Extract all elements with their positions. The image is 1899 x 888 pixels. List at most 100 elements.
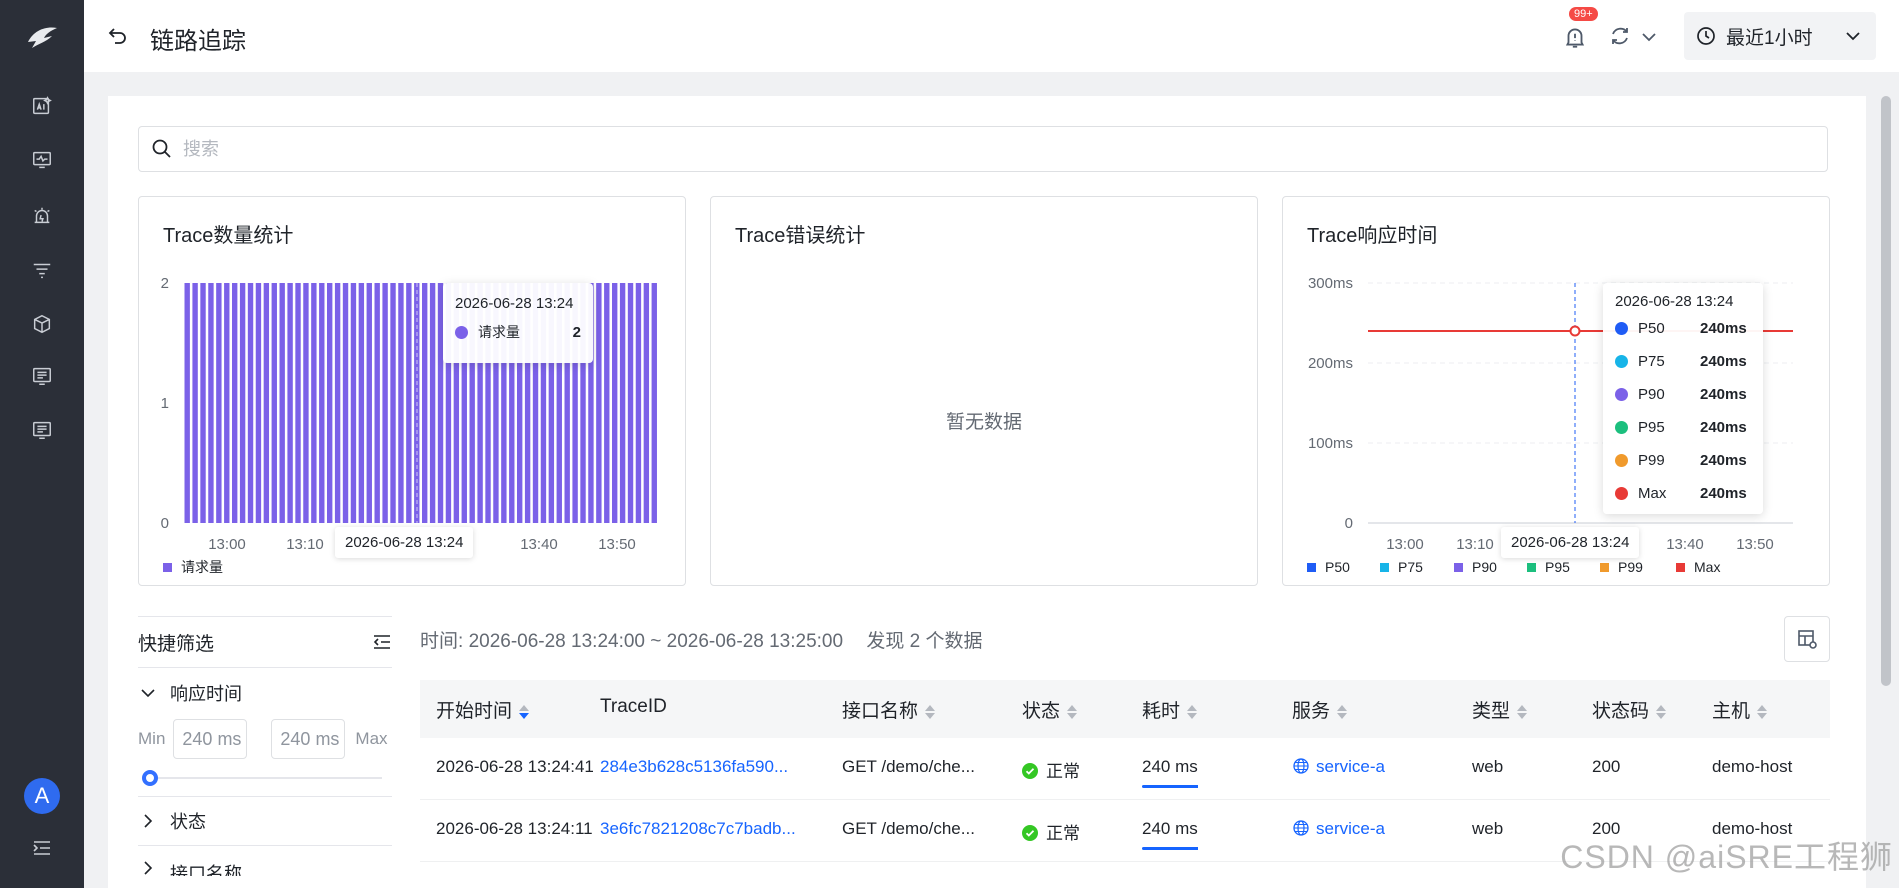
bar[interactable] [239, 283, 246, 523]
bar[interactable] [612, 283, 618, 523]
table-settings-icon [1798, 630, 1817, 649]
avatar[interactable]: A [24, 778, 60, 814]
sidebar-item-reports[interactable] [30, 418, 54, 442]
column-header[interactable]: 主机 [1712, 696, 1768, 723]
sort-icon[interactable] [1516, 702, 1528, 722]
bar[interactable] [619, 283, 626, 523]
bar[interactable] [311, 283, 317, 523]
slider-track [148, 777, 382, 779]
sort-icon[interactable] [1186, 702, 1198, 722]
bar[interactable] [224, 283, 230, 523]
bar[interactable] [247, 283, 254, 523]
expand-sidebar-icon[interactable] [30, 836, 54, 860]
cell-trace-id[interactable]: 284e3b628c5136fa590... [600, 757, 788, 777]
refresh-dropdown-icon[interactable] [1640, 28, 1658, 46]
bar[interactable] [374, 283, 380, 523]
sort-icon[interactable] [1756, 702, 1768, 722]
bar[interactable] [192, 283, 198, 523]
bar[interactable] [635, 283, 642, 523]
slider-handle[interactable] [142, 770, 158, 786]
bar[interactable] [255, 283, 262, 523]
refresh-icon[interactable] [1608, 24, 1632, 48]
bar[interactable] [279, 283, 285, 523]
cell-trace-id[interactable]: 3e6fc7821208c7c7badb... [600, 819, 796, 839]
sort-icon[interactable] [924, 702, 936, 722]
bar[interactable] [287, 283, 293, 523]
min-input[interactable]: 240 ms [173, 719, 248, 759]
sort-icon[interactable] [1655, 702, 1667, 722]
bar[interactable] [271, 283, 277, 523]
legend-label[interactable]: P50 [1325, 559, 1350, 575]
column-settings-button[interactable] [1784, 616, 1830, 662]
bar[interactable] [358, 283, 365, 523]
table-row[interactable]: 2026-06-28 13:24:41 284e3b628c5136fa590..… [420, 738, 1830, 800]
column-header[interactable]: 类型 [1472, 696, 1528, 723]
tooltip-row: P99 240ms [1615, 444, 1751, 477]
cell-service[interactable]: service-a [1292, 819, 1385, 839]
bar[interactable] [263, 283, 270, 523]
max-input[interactable]: 240 ms [271, 719, 346, 759]
sort-icon[interactable] [518, 702, 530, 722]
bar[interactable] [651, 283, 657, 523]
sidebar-item-alarm[interactable] [30, 204, 54, 228]
filter-section-api[interactable]: 接口名称 [138, 846, 392, 876]
column-header[interactable]: 状态 [1022, 696, 1078, 723]
bar[interactable] [200, 283, 206, 523]
tooltip-row: P50 240ms [1615, 312, 1751, 345]
notification-bell-icon[interactable] [1562, 24, 1588, 50]
bar[interactable] [627, 283, 634, 523]
column-header[interactable]: 耗时 [1142, 696, 1198, 723]
bar[interactable] [208, 283, 214, 523]
legend-label[interactable]: P75 [1398, 559, 1423, 575]
legend-label[interactable]: 请求量 [181, 559, 223, 575]
sort-icon[interactable] [1066, 702, 1078, 722]
bar[interactable] [429, 283, 436, 523]
column-header[interactable]: TraceID [600, 696, 667, 718]
bar[interactable] [604, 283, 610, 523]
bar[interactable] [643, 283, 650, 523]
back-icon[interactable] [106, 24, 130, 48]
sidebar-item-trace[interactable] [30, 258, 54, 282]
column-header[interactable]: 状态码 [1592, 696, 1667, 723]
sidebar-item-ai-analysis[interactable] [30, 94, 54, 118]
bar[interactable] [422, 283, 428, 523]
bar[interactable] [232, 283, 238, 523]
bar[interactable] [303, 283, 309, 523]
collapse-filter-icon[interactable] [372, 632, 392, 652]
bar[interactable] [216, 283, 222, 523]
bar[interactable] [382, 283, 388, 523]
bar[interactable] [295, 283, 301, 523]
bar[interactable] [350, 283, 357, 523]
chevron-down-icon [141, 689, 155, 698]
column-header[interactable]: 开始时间 [436, 696, 530, 723]
search-input[interactable] [183, 138, 1783, 160]
bar[interactable] [366, 283, 372, 523]
sidebar-item-monitor[interactable] [30, 148, 54, 172]
logo-icon[interactable] [24, 22, 60, 52]
filter-section-status[interactable]: 状态 [138, 796, 392, 846]
bar[interactable] [390, 283, 396, 523]
cell-service[interactable]: service-a [1292, 757, 1385, 777]
sidebar-item-logs[interactable] [30, 364, 54, 388]
time-range-picker[interactable]: 最近1小时 [1684, 12, 1876, 60]
legend-label[interactable]: P95 [1545, 559, 1570, 575]
column-header[interactable]: 服务 [1292, 696, 1348, 723]
bar[interactable] [406, 283, 412, 523]
page-scrollbar[interactable] [1881, 96, 1891, 686]
bar[interactable] [319, 283, 325, 523]
bar[interactable] [596, 283, 602, 523]
search-bar[interactable] [138, 126, 1828, 172]
response-time-slider[interactable] [138, 760, 392, 796]
column-header[interactable]: 接口名称 [842, 696, 936, 723]
bar[interactable] [184, 283, 190, 523]
legend-label[interactable]: P90 [1472, 559, 1497, 575]
bar[interactable] [398, 283, 404, 523]
bar[interactable] [327, 283, 333, 523]
legend-label[interactable]: P99 [1618, 559, 1643, 575]
sidebar-item-resources[interactable] [30, 312, 54, 336]
bar[interactable] [342, 283, 349, 523]
legend-label[interactable]: Max [1694, 559, 1720, 575]
sort-icon[interactable] [1336, 702, 1348, 722]
filter-section-response-time[interactable]: 响应时间 [138, 668, 392, 718]
bar[interactable] [334, 283, 341, 523]
